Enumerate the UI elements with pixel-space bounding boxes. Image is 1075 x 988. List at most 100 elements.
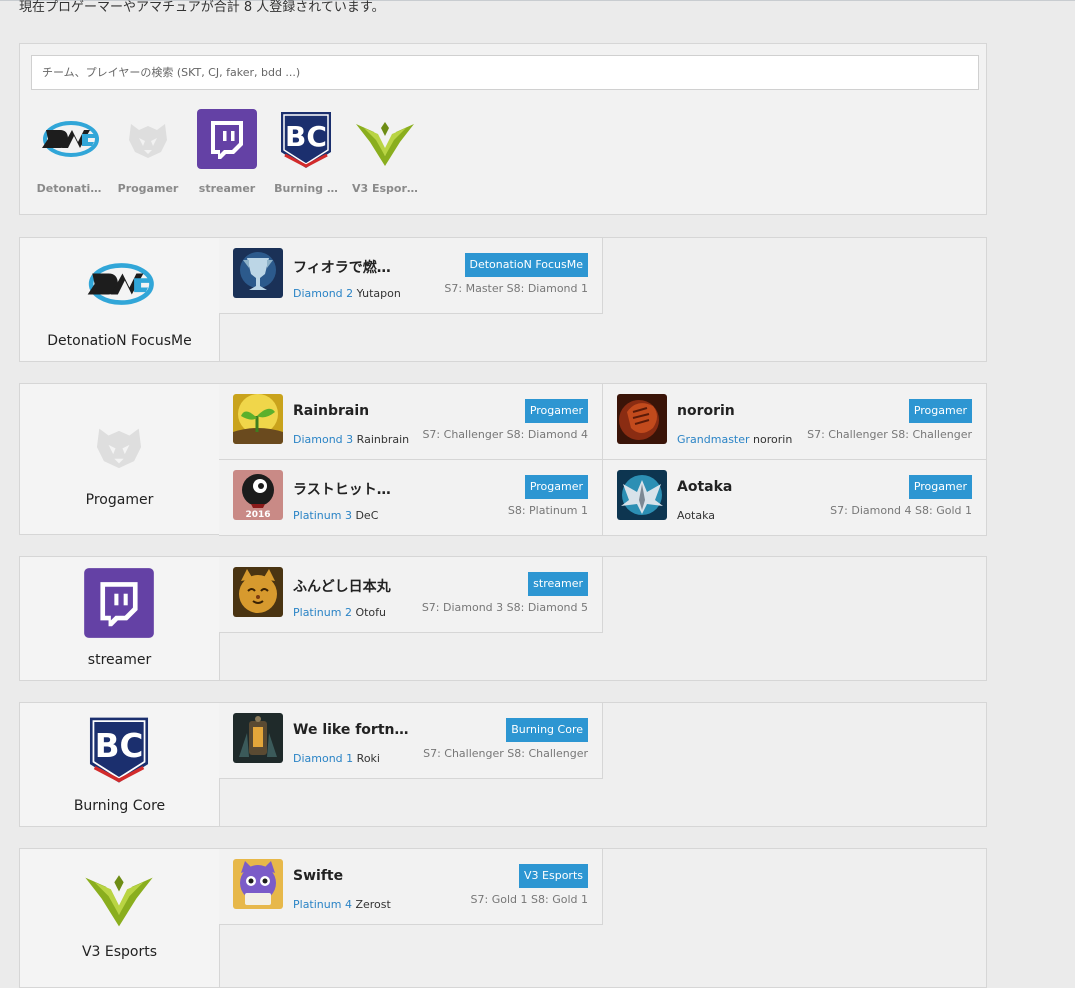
filter-label: Burning … — [274, 182, 338, 195]
filter-label: Progamer — [117, 182, 179, 195]
team-block-detonation: DetonatioN FocusMe フィオラで燃… Diamond 2 Yut… — [19, 237, 987, 362]
player-id: nororin — [753, 433, 793, 446]
player-id: Zerost — [355, 898, 391, 911]
player-card[interactable]: 2016 ラストヒット… Platinum 3 DeC Progamer S8:… — [219, 460, 603, 536]
team-header[interactable]: Progamer — [20, 384, 220, 534]
team-name: V3 Esports — [81, 944, 158, 960]
player-id: Aotaka — [677, 509, 716, 522]
player-name: Aotaka — [677, 479, 733, 495]
fist-avatar-icon — [617, 394, 667, 444]
svg-text:BC: BC — [285, 120, 327, 153]
bc-logo-icon: BC — [89, 717, 149, 783]
player-card[interactable]: フィオラで燃… Diamond 2 Yutapon DetonatioN Foc… — [219, 238, 603, 314]
player-rank-line: Aotaka — [677, 509, 715, 522]
player-rank: Platinum 3 — [293, 509, 352, 522]
player-id: Roki — [356, 752, 380, 765]
season-history: S7: Master S8: Diamond 1 — [444, 282, 588, 295]
bc-logo-icon: BC — [281, 112, 331, 168]
filter-streamer[interactable]: streamer — [194, 108, 260, 195]
team-header[interactable]: streamer — [20, 557, 220, 680]
team-badge[interactable]: Progamer — [524, 475, 588, 499]
poro-2016-avatar-icon: 2016 — [233, 470, 283, 520]
team-badge[interactable]: DetonatioN FocusMe — [464, 253, 588, 277]
team-block-burning-core: BC Burning Core We like fortn… Diamond 1… — [19, 702, 987, 827]
player-card[interactable]: We like fortn… Diamond 1 Roki Burning Co… — [219, 703, 603, 779]
player-rank-line: Diamond 1 Roki — [293, 752, 380, 765]
registration-summary: 現在プロゲーマーやアマチュアが合計 8 人登録されています。 — [19, 0, 385, 15]
player-card[interactable]: nororin Grandmaster nororin Progamer S7:… — [603, 384, 987, 460]
player-id: Rainbrain — [356, 433, 410, 446]
player-rank: Diamond 1 — [293, 752, 354, 765]
filter-v3-esports[interactable]: V3 Esports — [352, 108, 418, 195]
team-name: Progamer — [85, 492, 154, 508]
team-badge[interactable]: Burning Core — [506, 718, 588, 742]
player-name: フィオラで燃… — [293, 260, 391, 276]
team-badge[interactable]: Progamer — [908, 475, 972, 499]
player-name: nororin — [677, 403, 735, 419]
season-history: S7: Challenger S8: Challenger — [423, 747, 588, 760]
dfm-logo-icon — [87, 263, 154, 305]
team-badge[interactable]: Progamer — [908, 399, 972, 423]
filter-label: streamer — [198, 182, 256, 195]
season-history: S7: Diamond 4 S8: Gold 1 — [830, 504, 972, 517]
player-name: We like fortn… — [293, 722, 409, 738]
season-history: S7: Gold 1 S8: Gold 1 — [470, 893, 588, 906]
season-history: S7: Diamond 3 S8: Diamond 5 — [421, 601, 588, 614]
team-name: DetonatioN FocusMe — [47, 333, 192, 349]
twitch-logo-icon — [84, 568, 154, 638]
filter-label: V3 Esports — [352, 182, 418, 195]
player-rank-line: Platinum 4 Zerost — [293, 898, 391, 911]
progamer-logo-icon — [129, 124, 167, 158]
player-id: DeC — [355, 509, 379, 522]
twitch-logo-icon — [197, 109, 257, 169]
player-rank: Diamond 3 — [293, 433, 354, 446]
player-name: Swifte — [293, 868, 344, 884]
player-rank: Grandmaster — [677, 433, 750, 446]
player-rank-line: Diamond 2 Yutapon — [293, 287, 401, 300]
player-rank: Platinum 2 — [293, 606, 352, 619]
team-header[interactable]: V3 Esports — [20, 849, 220, 987]
player-card[interactable]: Aotaka Aotaka Progamer S7: Diamond 4 S8:… — [603, 460, 987, 536]
purple-cat-avatar-icon — [233, 859, 283, 909]
team-name: Burning Core — [73, 798, 166, 814]
filter-label: Detonati… — [36, 182, 102, 195]
dfm-logo-icon — [42, 121, 99, 157]
player-rank-line: Platinum 2 Otofu — [293, 606, 386, 619]
filter-burning-core[interactable]: BC Burning … — [273, 108, 339, 195]
team-header[interactable]: BC Burning Core — [20, 703, 220, 826]
player-id: Otofu — [355, 606, 386, 619]
team-badge[interactable]: streamer — [528, 572, 588, 596]
team-header[interactable]: DetonatioN FocusMe — [20, 238, 220, 361]
svg-text:2016: 2016 — [245, 510, 270, 520]
player-rank-line: Grandmaster nororin — [677, 433, 792, 446]
player-card[interactable]: Swifte Platinum 4 Zerost V3 Esports S7: … — [219, 849, 603, 925]
player-card[interactable]: ふんどし日本丸 Platinum 2 Otofu streamer S7: Di… — [219, 557, 603, 633]
v3-logo-icon — [85, 875, 153, 927]
player-rank: Platinum 4 — [293, 898, 352, 911]
svg-text:BC: BC — [95, 727, 144, 765]
team-block-streamer: streamer ふんどし日本丸 Platinum 2 Otofu stream… — [19, 556, 987, 681]
season-history: S7: Challenger S8: Challenger — [807, 428, 972, 441]
team-block-progamer: Progamer Rainbrain Diamond 3 Rainbrain P… — [19, 383, 987, 536]
search-panel: Detonati… Progamer streamer BC Burning … — [19, 43, 987, 215]
player-rank-line: Diamond 3 Rainbrain — [293, 433, 409, 446]
sprout-avatar-icon — [233, 394, 283, 444]
trophy-avatar-icon — [233, 248, 283, 298]
search-input[interactable] — [31, 55, 979, 90]
team-badge[interactable]: Progamer — [524, 399, 588, 423]
player-name: Rainbrain — [293, 403, 370, 419]
player-name: ラストヒット… — [293, 482, 391, 498]
lantern-avatar-icon — [233, 713, 283, 763]
player-id: Yutapon — [356, 287, 401, 300]
team-name: streamer — [87, 652, 152, 668]
season-history: S7: Challenger S8: Diamond 4 — [422, 428, 588, 441]
progamer-logo-icon — [96, 428, 142, 469]
player-rank-line: Platinum 3 DeC — [293, 509, 378, 522]
wings-avatar-icon — [617, 470, 667, 520]
player-name: ふんどし日本丸 — [293, 579, 391, 595]
player-card[interactable]: Rainbrain Diamond 3 Rainbrain Progamer S… — [219, 384, 603, 460]
v3-logo-icon — [356, 122, 414, 166]
filter-progamer[interactable]: Progamer — [115, 108, 181, 195]
team-badge[interactable]: V3 Esports — [519, 864, 588, 888]
filter-detonation[interactable]: Detonati… — [36, 108, 102, 195]
